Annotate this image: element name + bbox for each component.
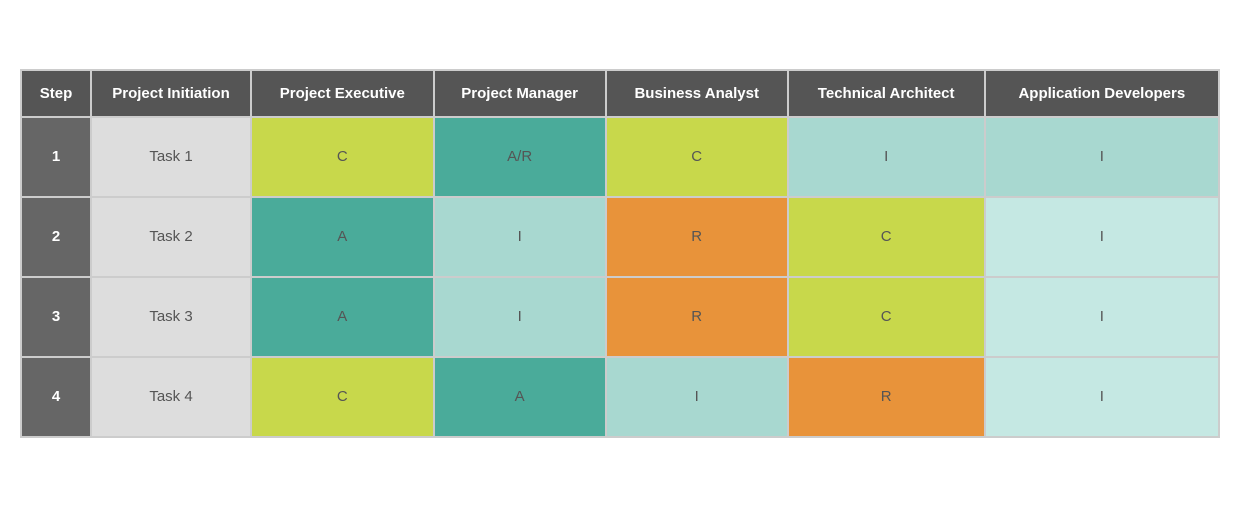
raci-cell-row1-col6: I: [985, 117, 1219, 197]
raci-cell-row2-col3: I: [434, 197, 606, 277]
raci-cell-row4-col2: C: [251, 357, 434, 437]
raci-cell-row2-col2: A: [251, 197, 434, 277]
raci-cell-row1-col2: C: [251, 117, 434, 197]
header-business-analyst: Business Analyst: [606, 70, 788, 117]
raci-cell-row3-col5: C: [788, 277, 985, 357]
table-row: 1Task 1CA/RCII: [21, 117, 1219, 197]
raci-cell-row4-col6: I: [985, 357, 1219, 437]
table-row: 4Task 4CAIRI: [21, 357, 1219, 437]
raci-matrix: Step Project Initiation Project Executiv…: [20, 69, 1220, 438]
step-cell-4: 4: [21, 357, 91, 437]
header-project-manager: Project Manager: [434, 70, 606, 117]
raci-cell-row3-col6: I: [985, 277, 1219, 357]
task-cell-row3: Task 3: [91, 277, 251, 357]
raci-cell-row2-col6: I: [985, 197, 1219, 277]
table-row: 3Task 3AIRCI: [21, 277, 1219, 357]
header-project-initiation: Project Initiation: [91, 70, 251, 117]
header-technical-architect: Technical Architect: [788, 70, 985, 117]
raci-cell-row2-col4: R: [606, 197, 788, 277]
raci-cell-row3-col2: A: [251, 277, 434, 357]
header-application-developers: Application Developers: [985, 70, 1219, 117]
raci-cell-row2-col5: C: [788, 197, 985, 277]
raci-cell-row1-col3: A/R: [434, 117, 606, 197]
table-row: 2Task 2AIRCI: [21, 197, 1219, 277]
step-cell-2: 2: [21, 197, 91, 277]
raci-cell-row4-col3: A: [434, 357, 606, 437]
raci-cell-row1-col4: C: [606, 117, 788, 197]
task-cell-row1: Task 1: [91, 117, 251, 197]
raci-cell-row3-col4: R: [606, 277, 788, 357]
header-step: Step: [21, 70, 91, 117]
raci-cell-row1-col5: I: [788, 117, 985, 197]
raci-cell-row3-col3: I: [434, 277, 606, 357]
raci-cell-row4-col4: I: [606, 357, 788, 437]
task-cell-row4: Task 4: [91, 357, 251, 437]
task-cell-row2: Task 2: [91, 197, 251, 277]
header-project-executive: Project Executive: [251, 70, 434, 117]
raci-cell-row4-col5: R: [788, 357, 985, 437]
step-cell-3: 3: [21, 277, 91, 357]
step-cell-1: 1: [21, 117, 91, 197]
